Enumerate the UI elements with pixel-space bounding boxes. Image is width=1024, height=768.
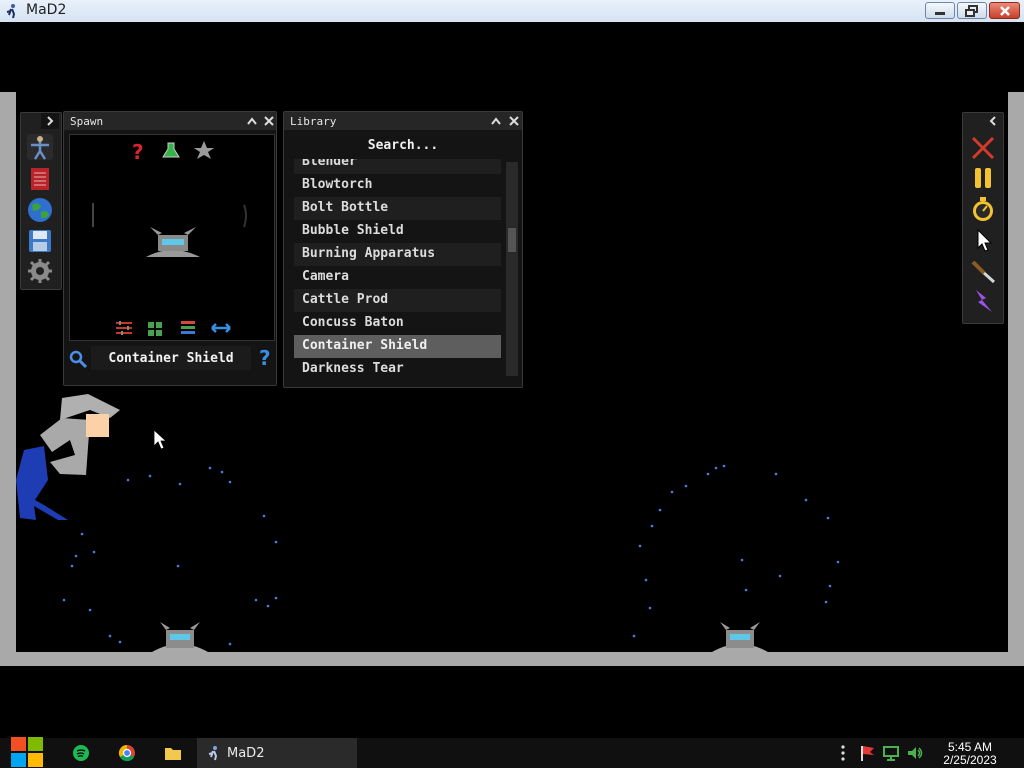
svg-text:?: ? (132, 140, 144, 164)
spawn-preview[interactable]: ? (69, 134, 275, 341)
stopwatch-icon[interactable] (970, 196, 996, 222)
container-shield-object[interactable] (152, 622, 208, 652)
restore-icon (965, 4, 978, 17)
app-icon (208, 746, 218, 761)
minimize-icon (935, 11, 945, 15)
taskbar-item-label: MaD2 (227, 745, 265, 761)
library-panel-minimize-button[interactable] (488, 112, 504, 130)
library-search-input[interactable]: Search... (288, 134, 518, 156)
library-panel: Library Search... Blender Blowtorch Bolt… (283, 111, 523, 388)
chevron-left-icon (989, 116, 996, 126)
flask-icon[interactable] (162, 142, 180, 158)
library-item[interactable]: Burning Apparatus (294, 243, 501, 266)
library-item-selected[interactable]: Container Shield (294, 335, 501, 358)
preview-next-marker (243, 204, 247, 228)
window-title: MaD2 (26, 2, 67, 18)
minimize-button[interactable] (925, 2, 955, 19)
save-disk-icon[interactable] (27, 228, 53, 254)
app-icon (6, 4, 16, 19)
container-shield-preview (146, 227, 200, 257)
scene-objects (16, 394, 840, 652)
library-item[interactable]: Darkness Tear (294, 358, 501, 377)
container-shield-object[interactable] (712, 622, 768, 652)
library-panel-close-button[interactable] (506, 112, 522, 130)
grid-icon[interactable] (148, 322, 162, 336)
preview-prev-marker (92, 203, 94, 227)
window-title-bar[interactable]: MaD2 (0, 0, 1024, 23)
close-icon (509, 116, 519, 126)
close-window-button[interactable] (989, 2, 1020, 19)
library-item[interactable]: Cattle Prod (294, 289, 501, 312)
close-icon (999, 5, 1010, 16)
spawn-panel-title: Spawn (70, 114, 104, 128)
overflow-dots-icon[interactable] (838, 744, 848, 762)
spawn-panel: Spawn ? Container Shield ? (63, 111, 277, 386)
humanoid-icon[interactable] (27, 134, 53, 160)
left-toolbar-collapse-button[interactable] (41, 113, 59, 129)
library-panel-title: Library (290, 114, 337, 128)
question-mark-icon[interactable]: ? (132, 140, 144, 164)
globe-icon[interactable] (27, 197, 53, 223)
swap-arrows-icon[interactable] (211, 323, 231, 333)
chevron-right-icon (47, 116, 54, 126)
spawn-search-row: Container Shield ? (66, 345, 276, 373)
particle-cloud-right (632, 464, 840, 638)
library-scrollbar[interactable] (506, 162, 518, 376)
right-toolbar-collapse-button[interactable] (985, 113, 1001, 129)
close-x-icon[interactable] (970, 135, 996, 161)
flag-icon[interactable] (858, 744, 876, 762)
folder-icon[interactable] (164, 744, 182, 762)
lightning-icon[interactable] (970, 288, 996, 314)
library-item[interactable]: Blowtorch (294, 174, 501, 197)
library-item[interactable]: Bolt Bottle (294, 197, 501, 220)
pointer-icon[interactable] (970, 227, 996, 253)
library-item[interactable]: Blender (294, 159, 501, 174)
sliders-icon[interactable] (116, 321, 132, 335)
library-scrollbar-thumb[interactable] (508, 228, 516, 252)
library-item[interactable]: Concuss Baton (294, 312, 501, 335)
selected-item-name: Container Shield (91, 346, 251, 370)
volume-icon[interactable] (906, 744, 924, 762)
pause-icon[interactable] (970, 165, 996, 191)
knife-icon[interactable] (970, 258, 996, 284)
chevron-up-icon (491, 117, 501, 125)
windows-start-icon[interactable] (10, 736, 44, 768)
help-icon[interactable]: ? (256, 347, 274, 369)
star-icon[interactable] (194, 141, 214, 159)
particle-cloud-left (62, 466, 278, 646)
magnifier-icon[interactable] (68, 349, 88, 369)
gear-icon[interactable] (27, 258, 53, 284)
clock-time[interactable]: 5:45 AM (940, 740, 1000, 754)
spotify-icon[interactable] (72, 744, 90, 762)
restore-button[interactable] (957, 2, 987, 19)
library-panel-header[interactable]: Library (284, 112, 522, 130)
close-icon (264, 116, 274, 126)
library-item[interactable]: Camera (294, 266, 501, 289)
floor (0, 652, 1024, 666)
list-icon[interactable] (181, 321, 195, 334)
svg-text:?: ? (259, 347, 271, 369)
clock-date[interactable]: 2/25/2023 (937, 753, 1003, 767)
library-item[interactable]: Bubble Shield (294, 220, 501, 243)
mouse-cursor (153, 429, 168, 450)
taskbar-item-mad2[interactable]: MaD2 (197, 738, 357, 768)
chrome-icon[interactable] (118, 744, 136, 762)
ragdoll-character[interactable] (16, 394, 120, 520)
spawn-panel-minimize-button[interactable] (244, 112, 260, 130)
network-icon[interactable] (882, 744, 900, 762)
library-item-list[interactable]: Blender Blowtorch Bolt Bottle Bubble Shi… (294, 159, 501, 377)
spawn-preview-art: ? (92, 140, 247, 336)
book-icon[interactable] (27, 166, 53, 192)
spawn-panel-close-button[interactable] (261, 112, 277, 130)
chevron-up-icon (247, 117, 257, 125)
